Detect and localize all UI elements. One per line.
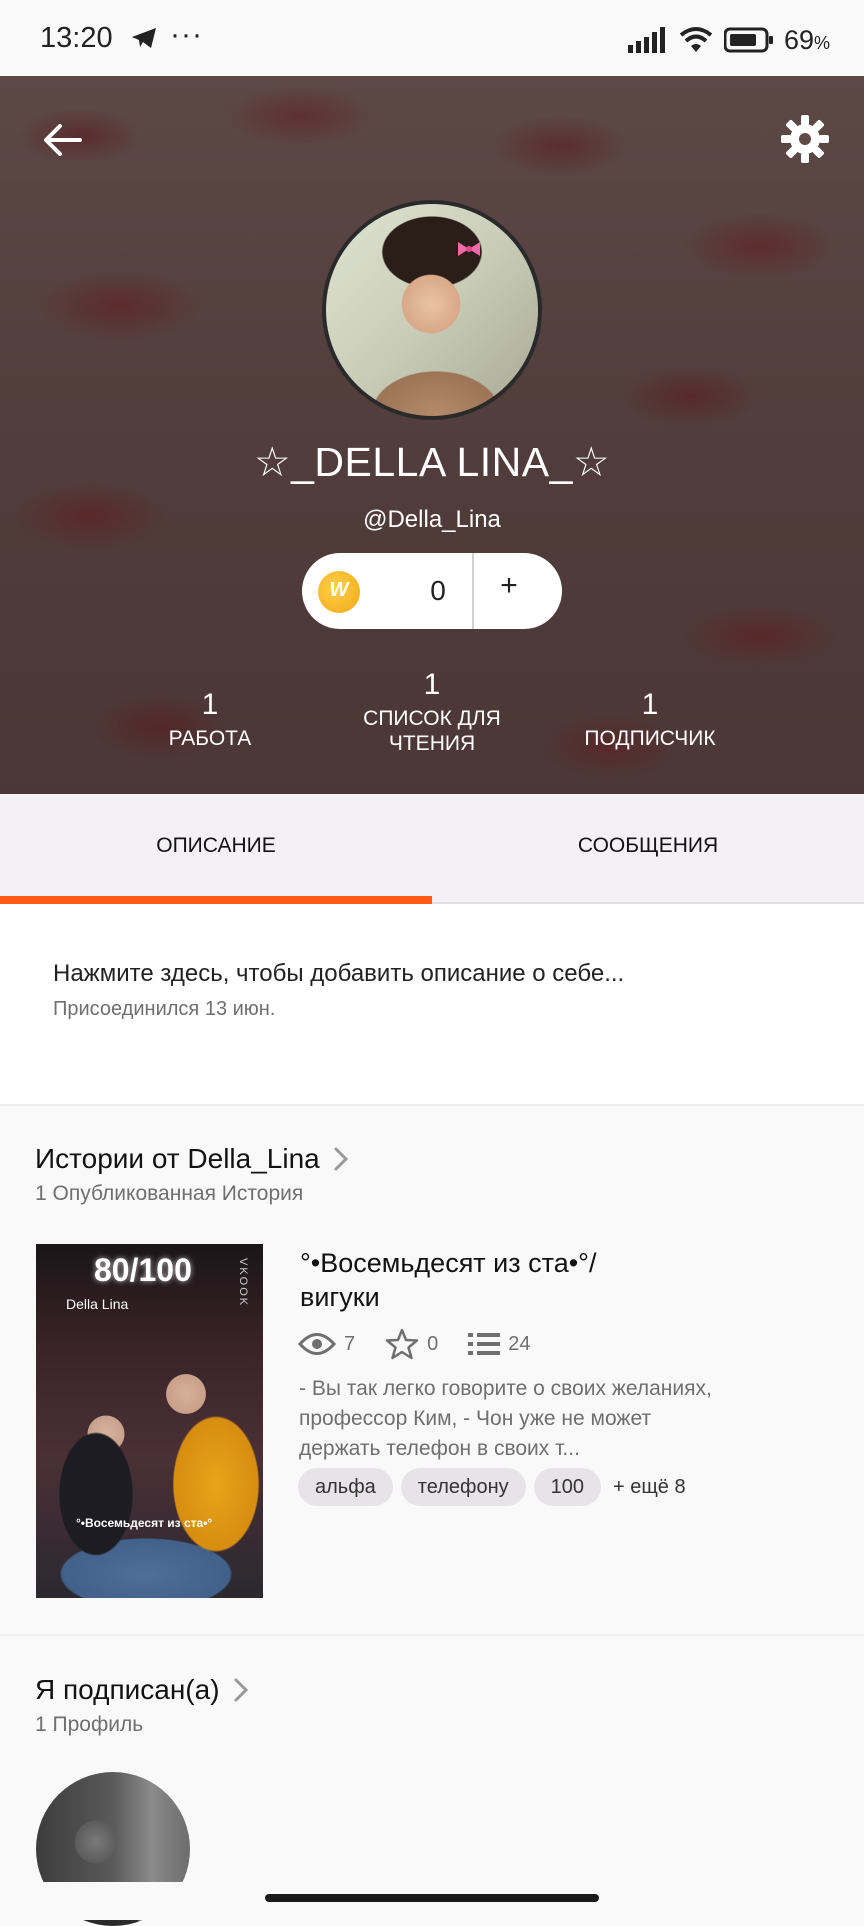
tag-chip[interactable]: 100 [533,1468,601,1506]
section-divider [0,1634,864,1636]
more-tags-link[interactable]: + ещё 8 [613,1476,686,1499]
votes-count: 0 [427,1332,439,1355]
gesture-nav-handle[interactable] [265,1894,599,1902]
stat-followers[interactable]: 1 ПОДПИСЧИК [570,688,730,751]
tab-messages[interactable]: СООБЩЕНИЯ [432,794,864,902]
stories-section-subtitle: 1 Опубликованная История [35,1182,304,1205]
story-tags: альфа телефону 100 + ещё 8 [298,1468,686,1506]
add-coins-button[interactable]: + [474,569,544,603]
cover-title: 80/100 [94,1252,192,1288]
reads-stat: 7 [298,1331,355,1357]
cover-author: Della Lina [66,1296,129,1312]
stories-title-text: Истории от Della_Lina [35,1143,320,1174]
settings-gear-icon[interactable] [778,112,832,166]
votes-stat: 0 [385,1328,438,1360]
cover-subtitle: °•Восемьдесят из ста•° [76,1516,213,1530]
battery-percent: 69 [783,24,814,55]
star-icon [385,1328,419,1360]
chevron-right-icon [234,1678,248,1702]
active-tab-indicator [0,896,432,904]
stat-reading-value: 1 [423,668,441,701]
stat-followers-value: 1 [641,688,659,721]
list-icon [468,1333,501,1355]
stat-followers-label: ПОДПИСЧИК [584,727,716,750]
coin-count: 0 [430,575,446,606]
chevron-right-icon [334,1147,348,1171]
parts-stat: 24 [468,1331,531,1357]
stat-reading-lists[interactable]: 1 СПИСОК ДЛЯ ЧТЕНИЯ [350,668,514,756]
signal-icon [627,27,665,53]
coin-icon: W [318,571,360,613]
wifi-icon [679,27,713,52]
back-arrow-icon[interactable] [36,114,88,166]
story-stats: 7 0 24 [298,1326,561,1362]
story-description: - Вы так легко говорите о своих желаниях… [299,1377,712,1460]
stat-reading-label: СПИСОК ДЛЯ ЧТЕНИЯ [363,707,501,755]
stat-works-label: РАБОТА [168,727,252,750]
about-placeholder[interactable]: Нажмите здесь, чтобы добавить описание о… [53,960,624,988]
tag-chip[interactable]: альфа [298,1468,393,1506]
battery-suffix: % [813,32,830,53]
username: @Della_Lina [363,506,501,533]
stories-section-title[interactable]: Истории от Della_Lina [35,1143,350,1175]
parts-count: 24 [508,1332,531,1355]
telegram-icon [132,28,156,48]
story-title[interactable]: °•Восемьдесят из ста•°/ вигуки [300,1246,680,1314]
cover-side-text: VKOOK [237,1258,249,1308]
status-bar: 13:20 ··· 69% [0,0,864,76]
more-notifications-icon: ··· [170,18,203,51]
following-section-title[interactable]: Я подписан(а) [35,1674,250,1706]
joined-date: Присоединился 13 июн. [53,998,276,1020]
display-name: ☆_DELLA LINA_☆ [253,439,611,485]
about-section[interactable]: Нажмите здесь, чтобы добавить описание о… [0,904,864,1106]
stat-works-value: 1 [201,688,219,721]
profile-tabs: ОПИСАНИЕ СООБЩЕНИЯ [0,794,864,904]
following-section-subtitle: 1 Профиль [35,1713,144,1736]
story-cover[interactable]: 80/100 Della Lina VKOOK °•Восемьдесят из… [36,1244,263,1598]
status-time: 13:20 [40,22,113,54]
bow-icon [458,242,480,256]
eye-icon [298,1333,336,1355]
tab-description[interactable]: ОПИСАНИЕ [0,794,432,902]
profile-avatar[interactable] [322,200,542,420]
following-title-text: Я подписан(а) [35,1674,220,1705]
battery-icon [723,27,773,53]
stat-works[interactable]: 1 РАБОТА [150,688,270,751]
reads-count: 7 [344,1332,356,1355]
tag-chip[interactable]: телефону [400,1468,526,1506]
profile-header: ☆_DELLA LINA_☆ @Della_Lina W 0 + 1 РАБОТ… [0,76,864,794]
coins-pill: W 0 + [302,553,562,629]
